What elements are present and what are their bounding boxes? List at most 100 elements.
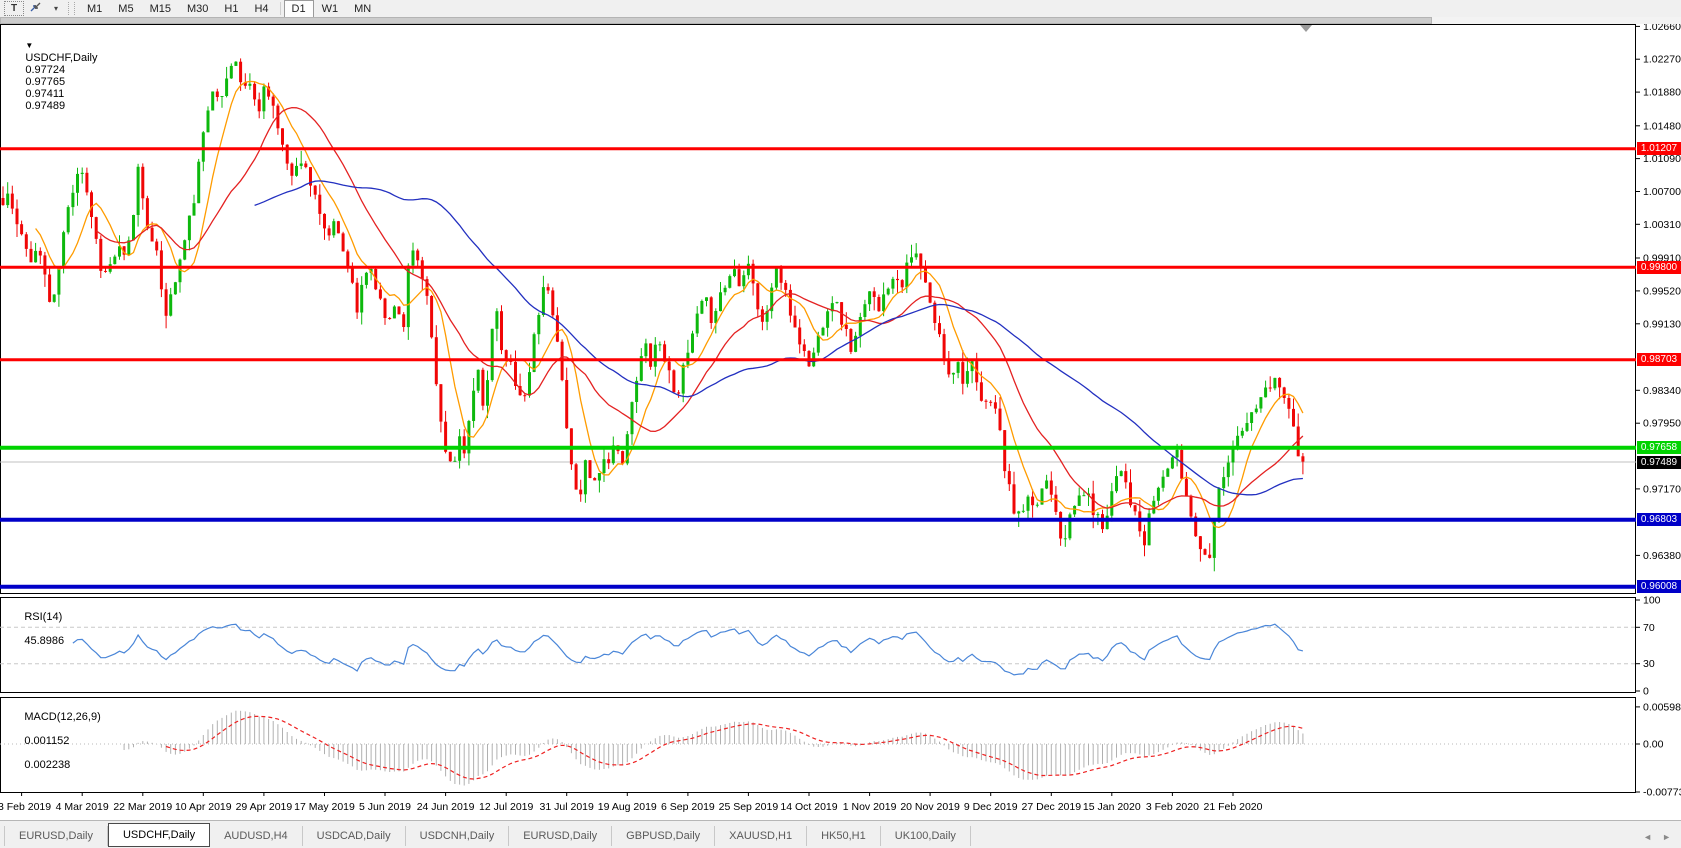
chart-tab-eurusd-daily[interactable]: EURUSD,Daily xyxy=(509,826,612,846)
quote-close: 0.97489 xyxy=(25,100,65,112)
rsi-panel[interactable] xyxy=(1,598,1636,693)
date-tick-label: 24 Jun 2019 xyxy=(417,801,475,813)
tab-scroll-buttons: ◄ ► xyxy=(1643,832,1671,842)
rsi-name: RSI(14) xyxy=(24,611,62,623)
date-tick-label: 19 Aug 2019 xyxy=(598,801,657,813)
main-panel[interactable] xyxy=(1,25,1636,594)
timeframe-button-mn[interactable]: MN xyxy=(346,0,379,18)
timeframe-button-w1[interactable]: W1 xyxy=(314,0,347,18)
rsi-indicator-label: RSI(14) 45.8986 xyxy=(6,599,64,659)
chart-horizontal-scrollbar[interactable] xyxy=(0,17,1681,24)
scrollbar-thumb[interactable] xyxy=(0,17,1432,24)
date-tick-label: 22 Mar 2019 xyxy=(113,801,172,813)
macd-tick-label: 0.005986 xyxy=(1643,701,1681,713)
date-tick-label: 15 Jan 2020 xyxy=(1083,801,1141,813)
level-price-badge: 0.97658 xyxy=(1637,441,1681,454)
date-tick-label: 21 Feb 2020 xyxy=(1204,801,1263,813)
price-tick-label: 0.99520 xyxy=(1643,285,1681,297)
date-tick-label: 5 Jun 2019 xyxy=(359,801,411,813)
macd-signal-value: 0.002238 xyxy=(24,759,70,771)
timeframe-button-h1[interactable]: H1 xyxy=(216,0,246,18)
rsi-tick-label: 70 xyxy=(1643,622,1655,634)
price-tick-label: 1.02270 xyxy=(1643,54,1681,66)
terminal-window: T ▾ M1M5M15M30H1H4 D1W1MN 1.02660 1.02270 1… xyxy=(0,0,1681,847)
date-tick-label: 12 Jul 2019 xyxy=(479,801,533,813)
rsi-value: 45.8986 xyxy=(24,635,64,647)
chart-tab-bar: EURUSD,DailyUSDCHF,DailyAUDUSD,H4USDCAD,… xyxy=(0,820,1681,848)
current-price-badge: 0.97489 xyxy=(1637,456,1681,469)
rsi-tick-label: 30 xyxy=(1643,658,1655,670)
macd-tick-label: -0.007737 xyxy=(1643,787,1681,799)
level-price-badge: 0.96803 xyxy=(1637,513,1681,526)
price-tick-label: 1.00310 xyxy=(1643,219,1681,231)
price-tick-label: 0.99130 xyxy=(1643,318,1681,330)
date-tick-label: 4 Mar 2019 xyxy=(56,801,109,813)
level-price-badge: 0.96008 xyxy=(1637,580,1681,593)
timeframe-button-m30[interactable]: M30 xyxy=(179,0,216,18)
symbol-name: USDCHF,Daily xyxy=(25,52,97,64)
date-tick-label: 6 Sep 2019 xyxy=(661,801,715,813)
level-price-badge: 0.99800 xyxy=(1637,261,1681,274)
arrange-dropdown-caret[interactable]: ▾ xyxy=(46,1,64,16)
text-tool-icon: T xyxy=(11,3,17,14)
level-price-badge: 1.01207 xyxy=(1637,142,1681,155)
chart-tab-usdcnh-daily[interactable]: USDCNH,Daily xyxy=(406,826,510,846)
timeframe-button-m15[interactable]: M15 xyxy=(142,0,179,18)
toolbar: T ▾ M1M5M15M30H1H4 D1W1MN xyxy=(0,0,1681,18)
chart-tab-gbpusd-daily[interactable]: GBPUSD,Daily xyxy=(612,826,715,846)
chart-tab-xauusd-h1[interactable]: XAUUSD,H1 xyxy=(715,826,807,846)
tab-scroll-left-icon[interactable]: ◄ xyxy=(1643,832,1652,842)
date-tick-label: 31 Jul 2019 xyxy=(540,801,594,813)
date-tick-label: 13 Feb 2019 xyxy=(0,801,51,813)
chart-canvas[interactable]: 1.026601.022701.018801.014801.010901.007… xyxy=(0,24,1681,820)
timeframe-toolbar: M1M5M15M30H1H4 D1W1MN xyxy=(79,0,379,18)
chart-area: 1.026601.022701.018801.014801.010901.007… xyxy=(0,24,1681,820)
price-tick-label: 0.96380 xyxy=(1643,550,1681,562)
date-tick-label: 20 Nov 2019 xyxy=(900,801,960,813)
toolbar-grip xyxy=(68,2,75,15)
date-tick-label: 3 Feb 2020 xyxy=(1146,801,1199,813)
symbol-dropdown-icon[interactable]: ▼ xyxy=(25,41,33,50)
chart-tab-eurusd-daily[interactable]: EURUSD,Daily xyxy=(4,826,108,846)
chart-tab-usdcad-daily[interactable]: USDCAD,Daily xyxy=(303,826,406,846)
macd-indicator-label: MACD(12,26,9) 0.001152 0.002238 xyxy=(6,699,101,783)
price-tick-label: 0.97950 xyxy=(1643,418,1681,430)
rsi-tick-label: 100 xyxy=(1643,595,1661,607)
tab-scroll-right-icon[interactable]: ► xyxy=(1662,832,1671,842)
quote-high: 0.97765 xyxy=(25,76,65,88)
date-tick-label: 29 Apr 2019 xyxy=(236,801,293,813)
arrange-arrows-icon xyxy=(29,1,42,16)
timeframe-button-h4[interactable]: H4 xyxy=(246,0,276,18)
price-tick-label: 0.97170 xyxy=(1643,483,1681,495)
chart-tab-hk50-h1[interactable]: HK50,H1 xyxy=(807,826,881,846)
price-tick-label: 1.01880 xyxy=(1643,87,1681,99)
date-tick-label: 14 Oct 2019 xyxy=(780,801,837,813)
date-tick-label: 27 Dec 2019 xyxy=(1022,801,1082,813)
macd-name: MACD(12,26,9) xyxy=(24,711,100,723)
date-tick-label: 17 May 2019 xyxy=(294,801,355,813)
price-tick-label: 1.00700 xyxy=(1643,186,1681,198)
chart-tab-audusd-h4[interactable]: AUDUSD,H4 xyxy=(210,826,303,846)
date-tick-label: 10 Apr 2019 xyxy=(175,801,232,813)
quote-low: 0.97411 xyxy=(25,88,64,100)
date-tick-label: 25 Sep 2019 xyxy=(719,801,779,813)
chart-ohlc-header: ▼ USDCHF,Daily 0.97724 0.97765 0.97411 0… xyxy=(7,28,109,124)
date-tick-label: 1 Nov 2019 xyxy=(843,801,897,813)
macd-tick-label: 0.00 xyxy=(1643,739,1664,751)
arrange-charts-button[interactable] xyxy=(26,1,44,16)
text-tool-button[interactable]: T xyxy=(4,1,24,16)
timeframe-button-m5[interactable]: M5 xyxy=(110,0,141,18)
macd-main-value: 0.001152 xyxy=(24,735,69,747)
toolbar-separator xyxy=(280,2,281,15)
price-tick-label: 1.02660 xyxy=(1643,24,1681,33)
chevron-down-icon: ▾ xyxy=(54,4,58,13)
price-tick-label: 0.98340 xyxy=(1643,385,1681,397)
timeframe-button-d1[interactable]: D1 xyxy=(284,0,314,18)
date-tick-label: 9 Dec 2019 xyxy=(964,801,1018,813)
price-tick-label: 1.01480 xyxy=(1643,120,1681,132)
chart-tab-uk100-daily[interactable]: UK100,Daily xyxy=(881,826,971,846)
chart-tab-usdchf-daily[interactable]: USDCHF,Daily xyxy=(108,823,210,847)
timeframe-button-m1[interactable]: M1 xyxy=(79,0,110,18)
rsi-tick-label: 0 xyxy=(1643,686,1649,698)
level-price-badge: 0.98703 xyxy=(1637,353,1681,366)
